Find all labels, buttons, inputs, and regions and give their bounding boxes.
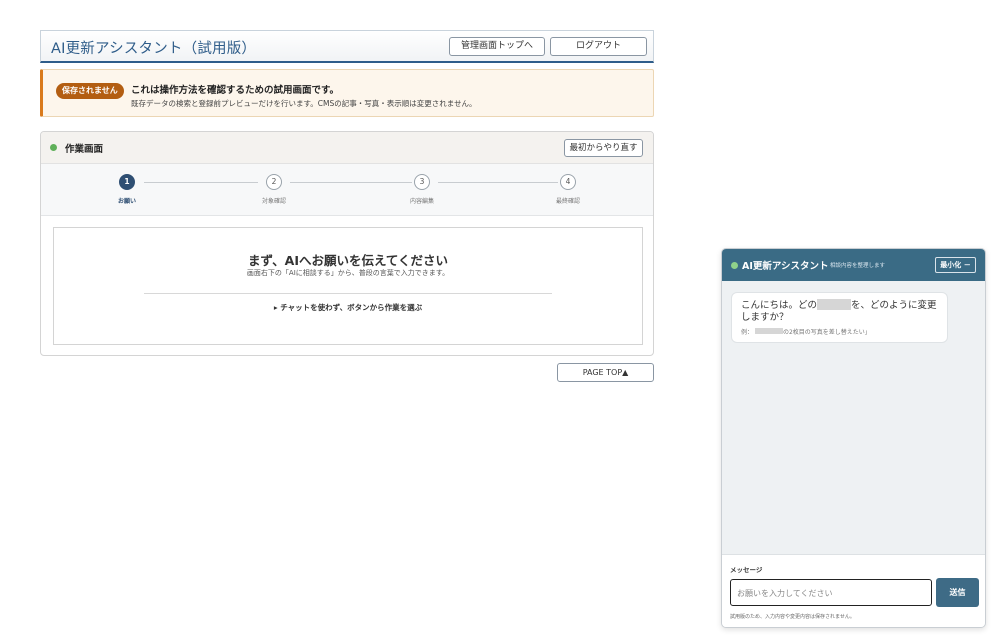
notice-title: これは操作方法を確認するための試用画面です。 <box>131 85 340 96</box>
restart-button[interactable]: 最初からやり直す <box>564 139 643 157</box>
admin-top-button[interactable]: 管理画面トップへ <box>449 37 545 56</box>
chat-composer: メッセージ お願いを入力してください 送信 試用版のため、入力内容や変更内容は保… <box>722 554 985 627</box>
step-indicator: 1 お願い 2 対象確認 3 内容編集 4 最終確認 <box>41 164 653 216</box>
start-subtext: 画面右下の「AIに相談する」から、普段の言葉で入力できます。 <box>246 269 450 277</box>
logout-button[interactable]: ログアウト <box>550 37 647 56</box>
start-guide-box: まず、AIへお願いを伝えてください 画面右下の「AIに相談する」から、普段の言葉… <box>53 227 643 345</box>
example-prefix: 例： <box>741 329 754 336</box>
divider <box>144 293 552 294</box>
message-placeholder: お願いを入力してください <box>737 589 833 598</box>
message-label: メッセージ <box>730 566 763 574</box>
step-connector <box>438 182 558 183</box>
work-panel: 作業画面 最初からやり直す 1 お願い 2 対象確認 3 内容編集 4 最終確認… <box>40 131 654 356</box>
online-dot-icon <box>731 262 738 269</box>
chat-subtitle: 相談内容を整理します <box>830 263 886 269</box>
not-saved-badge: 保存されません <box>56 83 124 99</box>
step-2-circle: 2 <box>266 174 282 190</box>
assistant-example: 例： の2枚目の写真を差し替えたい」 <box>741 327 871 336</box>
step-3-circle: 3 <box>414 174 430 190</box>
assistant-message: こんにちは。どの を、どのように変更しますか？ 例： の2枚目の写真を差し替えたい… <box>731 292 948 343</box>
chat-footer-note: 試用版のため、入力内容や変更内容は保存されません。 <box>730 614 855 620</box>
step-connector <box>290 182 412 183</box>
step-1-label: お願い <box>117 198 136 205</box>
example-suffix: の2枚目の写真を差し替えたい」 <box>782 329 871 336</box>
status-dot-icon <box>50 144 57 151</box>
notice-description: 既存データの検索と登録前プレビューだけを行います。CMSの記事・写真・表示順は変… <box>131 99 477 108</box>
trial-notice: 保存されません これは操作方法を確認するための試用画面です。 既存データの検索と… <box>40 69 654 117</box>
redacted-block <box>754 328 783 334</box>
work-panel-title: 作業画面 <box>65 144 104 155</box>
app-title: AI更新アシスタント（試用版） <box>51 41 257 57</box>
greeting-prefix: こんにちは。どの <box>741 300 818 311</box>
assistant-message-text: こんにちは。どの を、どのように変更しますか？ <box>741 299 946 324</box>
work-panel-header: 作業画面 最初からやり直す <box>41 132 653 164</box>
step-connector <box>144 182 258 183</box>
redacted-block <box>817 299 852 310</box>
chat-widget: AI更新アシスタント 相談内容を整理します 最小化 － こんにちは。どの を、どの… <box>721 248 986 628</box>
step-4-label: 最終確認 <box>555 198 580 205</box>
manual-mode-link[interactable]: ▸ チャットを使わず、ボタンから作業を選ぶ <box>54 302 642 313</box>
message-input[interactable]: お願いを入力してください <box>730 579 932 606</box>
step-4-circle: 4 <box>560 174 576 190</box>
chat-header: AI更新アシスタント 相談内容を整理します 最小化 － <box>722 249 985 281</box>
step-3-label: 内容編集 <box>409 198 434 205</box>
chat-title: AI更新アシスタント <box>742 261 829 272</box>
minimize-button[interactable]: 最小化 － <box>935 257 976 273</box>
app-header: AI更新アシスタント（試用版） 管理画面トップへ ログアウト <box>40 30 654 63</box>
step-2-label: 対象確認 <box>261 198 286 205</box>
page-top-button[interactable]: PAGE TOP▲ <box>557 363 654 382</box>
start-heading: まず、AIへお願いを伝えてください <box>248 253 448 268</box>
step-1-circle: 1 <box>119 174 135 190</box>
send-button[interactable]: 送信 <box>936 578 979 607</box>
